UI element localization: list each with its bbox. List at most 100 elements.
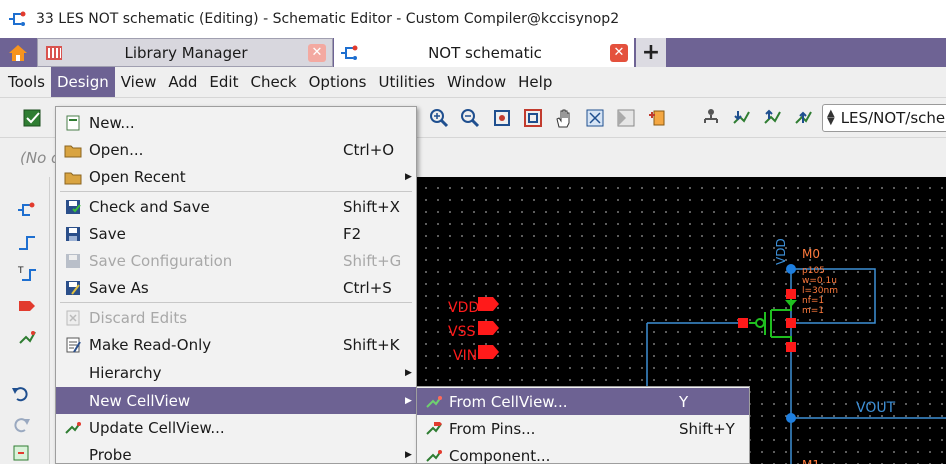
select-area-icon[interactable]	[584, 107, 606, 129]
window-title: 33 LES NOT schematic (Editing) - Schemat…	[36, 11, 620, 27]
svg-text:VDD: VDD	[448, 300, 479, 316]
submenu-item-from-cellview[interactable]: From CellView... Y	[417, 388, 749, 415]
svg-text:VSS: VSS	[448, 324, 475, 340]
menu-edit[interactable]: Edit	[203, 67, 244, 97]
svg-text:T: T	[17, 266, 24, 276]
menu-item-save[interactable]: Save F2	[56, 220, 416, 247]
save-config-icon	[66, 253, 80, 268]
redo-icon[interactable]	[10, 413, 32, 435]
design-menu: New... Open... Ctrl+O Open Recent ▶ Chec…	[55, 106, 417, 464]
vdd-net-label: VDD	[774, 238, 788, 265]
add-marker-icon[interactable]	[646, 107, 668, 129]
menu-item-make-read-only[interactable]: Make Read-Only Shift+K	[56, 331, 416, 358]
schematic-app-icon	[9, 11, 26, 26]
check-save-toolbar-icon[interactable]	[22, 107, 44, 129]
schematic-tool-icon[interactable]	[16, 199, 38, 221]
pin-tool-icon[interactable]: T	[16, 263, 38, 285]
view-panel-icon[interactable]	[615, 107, 637, 129]
instance-name: M0	[802, 247, 820, 261]
side-toolbar: T	[0, 177, 50, 464]
from-pins-icon	[426, 421, 442, 435]
menu-window[interactable]: Window	[441, 67, 512, 97]
tab-bar: Library Manager ✕ NOT schematic ✕ +	[0, 38, 946, 67]
component-icon	[426, 449, 442, 462]
new-cellview-submenu: From CellView... Y From Pins... Shift+Y …	[416, 386, 750, 464]
menu-item-update-cellview[interactable]: Update CellView...	[56, 414, 416, 441]
schematic-tab-icon	[341, 45, 358, 60]
tab-library-manager-label: Library Manager	[124, 43, 248, 62]
menu-bar: Tools Design View Add Edit Check Options…	[0, 67, 946, 97]
pmos-device[interactable]	[738, 289, 797, 352]
instance-param-3: nf=1	[802, 296, 824, 306]
menu-utilities[interactable]: Utilities	[373, 67, 441, 97]
tab-library-manager[interactable]: Library Manager ✕	[37, 38, 333, 67]
menu-view[interactable]: View	[115, 67, 163, 97]
menu-item-open-recent[interactable]: Open Recent ▶	[56, 163, 416, 190]
command-prompt: (No c	[20, 149, 60, 167]
menu-add[interactable]: Add	[162, 67, 203, 97]
check-save-icon	[66, 199, 81, 214]
return-top-icon[interactable]	[792, 107, 814, 129]
label-tool-icon[interactable]	[16, 295, 38, 317]
pin-vdd[interactable]: VDD	[448, 297, 499, 316]
save-as-icon	[66, 280, 80, 295]
menu-item-new[interactable]: New...	[56, 109, 416, 136]
home-tab[interactable]	[4, 38, 32, 67]
folder-open-icon	[64, 145, 82, 157]
close-tab-library-manager-icon[interactable]: ✕	[308, 43, 326, 62]
folder-recent-icon	[64, 172, 82, 184]
add-instance-icon[interactable]	[10, 442, 32, 464]
ascend-icon[interactable]	[761, 107, 783, 129]
submenu-arrow-icon: ▶	[405, 367, 412, 378]
from-cellview-icon	[426, 395, 442, 408]
vout-net-label: VOUT	[856, 400, 896, 416]
pin-vss[interactable]: VSS	[448, 321, 499, 340]
title-bar: 33 LES NOT schematic (Editing) - Schemat…	[0, 0, 946, 38]
tab-not-schematic[interactable]: NOT schematic ✕	[334, 38, 634, 67]
menu-tools[interactable]: Tools	[2, 67, 51, 97]
home-icon	[9, 44, 27, 61]
instance-param-2: l=30nm	[802, 286, 838, 296]
svg-text:VIN: VIN	[453, 348, 477, 364]
menu-item-hierarchy[interactable]: Hierarchy ▶	[56, 359, 416, 386]
floppy-icon	[66, 226, 80, 241]
submenu-item-component[interactable]: Component...	[417, 442, 749, 464]
zoom-out-icon[interactable]	[459, 107, 481, 129]
library-icon	[46, 45, 62, 60]
submenu-arrow-icon: ▶	[405, 395, 412, 406]
vdd-node	[786, 264, 796, 274]
menu-design[interactable]: Design	[50, 67, 115, 97]
pan-hand-icon[interactable]	[553, 107, 575, 129]
menu-item-new-cellview[interactable]: New CellView ▶	[56, 387, 416, 414]
undo-icon[interactable]	[10, 382, 32, 404]
menu-help[interactable]: Help	[512, 67, 558, 97]
instance-param-1: w=0.1u	[802, 276, 837, 286]
vout-node	[786, 413, 796, 423]
wire-tool-icon[interactable]	[16, 232, 38, 254]
update-cellview-icon	[65, 421, 81, 434]
menu-item-check-and-save[interactable]: Check and Save Shift+X	[56, 193, 416, 220]
cellview-selector[interactable]: ▲▼ LES/NOT/schematic	[822, 104, 946, 132]
pin-vin[interactable]: VIN	[453, 345, 499, 364]
menu-options[interactable]: Options	[303, 67, 373, 97]
close-tab-not-schematic-icon[interactable]: ✕	[610, 43, 628, 62]
descend-icon[interactable]	[730, 107, 752, 129]
instance-name-partial: M1	[802, 458, 820, 464]
tab-not-schematic-label: NOT schematic	[428, 43, 542, 62]
menu-item-probe[interactable]: Probe ▶	[56, 441, 416, 464]
menu-separator	[60, 191, 412, 192]
menu-item-discard-edits[interactable]: Discard Edits	[56, 304, 416, 331]
submenu-item-from-pins[interactable]: From Pins... Shift+Y	[417, 415, 749, 442]
menu-item-save-as[interactable]: Save As Ctrl+S	[56, 274, 416, 301]
menu-check[interactable]: Check	[244, 67, 302, 97]
hierarchy-icon[interactable]	[700, 107, 722, 129]
zoom-area-icon[interactable]	[522, 107, 544, 129]
instance-param-0: p105	[802, 266, 825, 276]
zoom-fit-icon[interactable]	[491, 107, 513, 129]
menu-item-open[interactable]: Open... Ctrl+O	[56, 136, 416, 163]
add-tab-button[interactable]: +	[636, 38, 666, 67]
menu-item-save-configuration[interactable]: Save Configuration Shift+G	[56, 247, 416, 274]
cellview-selector-value: LES/NOT/schematic	[840, 109, 946, 127]
zoom-in-icon[interactable]	[428, 107, 450, 129]
instance-tool-icon[interactable]	[16, 327, 38, 349]
